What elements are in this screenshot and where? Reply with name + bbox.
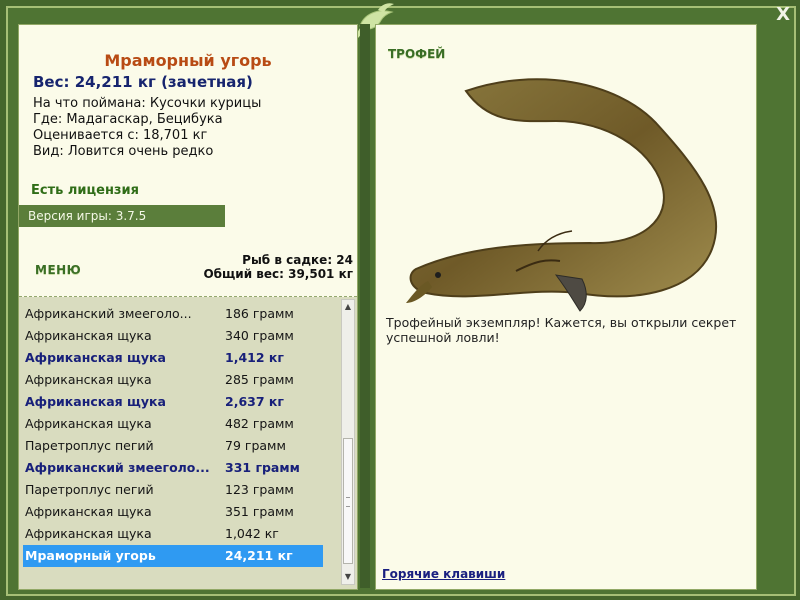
fish-weight-value: 331 грамм <box>225 460 300 475</box>
fish-weight-value: 1,412 кг <box>225 350 284 365</box>
fish-name: Африканская щука <box>25 504 152 519</box>
fish-name: Африканская щука <box>25 394 166 409</box>
fish-list: Африканский змееголо... 186 грамм Африканс… <box>19 297 357 589</box>
fish-name: Африканская щука <box>25 350 166 365</box>
list-item[interactable]: Африканская щука 340 грамм <box>23 325 323 347</box>
list-item[interactable]: Африканская щука 1,412 кг <box>23 347 323 369</box>
fish-name: Африканская щука <box>25 526 152 541</box>
list-item[interactable]: Африканская щука 482 грамм <box>23 413 323 435</box>
rarity-line: Вид: Ловится очень редко <box>33 144 214 159</box>
fish-name: Паретроплус пегий <box>25 438 154 453</box>
fish-name: Африканская щука <box>25 416 152 431</box>
list-item[interactable]: Африканская щука 285 грамм <box>23 369 323 391</box>
bait-line: На что поймана: Кусочки курицы <box>33 96 262 111</box>
list-item[interactable]: Паретроплус пегий 79 грамм <box>23 435 323 457</box>
fish-weight-value: 24,211 кг <box>225 548 293 563</box>
fish-name: Африканская щука <box>25 328 152 343</box>
list-item[interactable]: Африканская щука 1,042 кг <box>23 523 323 545</box>
trophy-panel: ТРОФЕЙ Трофейный экземпляр! Кажется, вы … <box>375 24 757 590</box>
fish-weight-value: 123 грамм <box>225 482 294 497</box>
fish-weight-value: 79 грамм <box>225 438 286 453</box>
fish-weight-value: 186 грамм <box>225 306 294 321</box>
list-item[interactable]: Африканская щука 351 грамм <box>23 501 323 523</box>
list-item[interactable]: Африканская щука 2,637 кг <box>23 391 323 413</box>
fish-name: Африканский змееголо... <box>25 306 192 321</box>
close-button[interactable]: X <box>776 4 790 25</box>
fish-weight-value: 2,637 кг <box>225 394 284 409</box>
catch-info-panel: Мраморный угорь Вес: 24,211 кг (зачетная… <box>18 24 358 590</box>
fish-list-rows: Африканский змееголо... 186 грамм Африканс… <box>23 303 323 567</box>
fish-title: Мраморный угорь <box>104 51 272 70</box>
scroll-down-icon[interactable]: ▼ <box>342 570 354 584</box>
fish-name: Паретроплус пегий <box>25 482 154 497</box>
fish-weight-value: 482 грамм <box>225 416 294 431</box>
trophy-message: Трофейный экземпляр! Кажется, вы открыли… <box>386 315 737 345</box>
panel-divider <box>360 24 370 588</box>
scroll-thumb[interactable] <box>343 438 353 564</box>
cage-summary: Рыб в садке: 24 Общий вес: 39,501 кг <box>203 253 353 281</box>
scroll-grip-icon <box>346 497 350 507</box>
fish-weight-value: 340 грамм <box>225 328 294 343</box>
fish-name: Африканский змееголо... <box>25 460 210 475</box>
location-line: Где: Мадагаскар, Бецибука <box>33 112 223 127</box>
license-status: Есть лицензия <box>31 183 139 198</box>
list-item[interactable]: Африканский змееголо... 331 грамм <box>23 457 323 479</box>
cage-total-weight: Общий вес: 39,501 кг <box>203 267 353 281</box>
cage-count: Рыб в садке: 24 <box>242 253 353 267</box>
fish-name: Африканская щука <box>25 372 152 387</box>
list-scrollbar[interactable]: ▲ ▼ <box>341 299 355 585</box>
hotkeys-link[interactable]: Горячие клавиши <box>382 567 505 581</box>
list-item[interactable]: Паретроплус пегий 123 грамм <box>23 479 323 501</box>
fish-weight-value: 1,042 кг <box>225 526 279 541</box>
game-window: X Мраморный угорь Вес: 24,211 кг (зачетн… <box>0 0 800 600</box>
scroll-up-icon[interactable]: ▲ <box>342 300 354 314</box>
menu-button[interactable]: МЕНЮ <box>35 263 81 277</box>
threshold-line: Оценивается с: 18,701 кг <box>33 128 208 143</box>
fish-weight-value: 285 грамм <box>225 372 294 387</box>
list-item[interactable]: Африканский змееголо... 186 грамм <box>23 303 323 325</box>
catch-details: На что поймана: Кусочки курицы Где: Мада… <box>33 96 261 160</box>
version-bar: Версия игры: 3.7.5 <box>19 205 225 227</box>
marbled-eel-image <box>406 78 718 312</box>
fish-weight-value: 351 грамм <box>225 504 294 519</box>
list-item-selected[interactable]: Мраморный угорь 24,211 кг <box>23 545 323 567</box>
fish-name: Мраморный угорь <box>25 548 156 563</box>
fish-weight: Вес: 24,211 кг (зачетная) <box>33 73 253 91</box>
